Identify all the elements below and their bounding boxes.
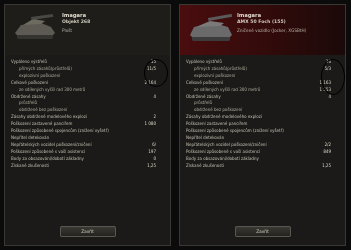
stat-row: obdržené bez poškození bbox=[180, 107, 345, 113]
stat-value: 197 bbox=[148, 148, 156, 154]
stat-row: Body za obsazování/dobotí základny bbox=[180, 156, 345, 162]
stat-row: Poškození způsobené s vaší asistencí 849 bbox=[180, 149, 345, 155]
stat-value: 1 553 bbox=[319, 86, 331, 92]
tank-status: Zničené vozidlo (Jocker, XGSBtH) bbox=[237, 28, 307, 33]
stat-label: průstřelů bbox=[19, 100, 38, 106]
stat-label: obdržené bez poškození bbox=[19, 107, 68, 113]
stat-value: 11/5 bbox=[147, 65, 156, 71]
stat-label: Celkové poškození bbox=[186, 79, 223, 85]
tank-image-objekt bbox=[15, 13, 55, 39]
close-button[interactable]: Zavřít bbox=[234, 226, 291, 237]
stat-value: 5/3 bbox=[324, 65, 331, 71]
stat-row: Poškození způsobené spojencům (znížení v… bbox=[5, 128, 170, 134]
stat-label: explozivní poškození bbox=[19, 72, 61, 78]
stat-row: Nepřítel detekován bbox=[180, 135, 345, 141]
stat-row: Poškození způsobené s vaší asistencí 197 bbox=[5, 149, 170, 155]
stat-row: ze sdílených vyšší rad 300 metrů 1 553 bbox=[180, 87, 345, 93]
stat-row: Vypáleno výstřelů 15 bbox=[5, 59, 170, 65]
player-name: Imagara bbox=[237, 13, 262, 19]
stat-value: 849 bbox=[323, 148, 331, 154]
stat-row: Získané zkušenosti 1,25 bbox=[180, 163, 345, 169]
stat-row: Nepřátelských vozidel poškození/zničení 2… bbox=[180, 142, 345, 148]
tank-image-foch bbox=[190, 13, 233, 41]
stat-label: ze sdílených vyšší rad 300 metrů bbox=[19, 86, 86, 92]
stat-row: průstřelů bbox=[5, 100, 170, 106]
stat-value: 1 163 bbox=[319, 79, 331, 85]
stat-row: Celkové poškození 1 163 bbox=[180, 80, 345, 86]
stat-label: Poškození zastavené pancířem bbox=[11, 121, 73, 127]
stat-row: Nepřátelských vozidel poškození/zničení 6… bbox=[5, 142, 170, 148]
stat-label: průstřelů bbox=[194, 100, 213, 106]
stat-label: Zásahy obdržené modelového explozi bbox=[11, 114, 87, 120]
close-button[interactable]: Zavřít bbox=[59, 226, 116, 237]
stat-label: Získané zkušenosti bbox=[186, 162, 225, 168]
stat-row: přímých zásahů(průstřelů) 11/5 bbox=[5, 66, 170, 72]
stat-label: Získané zkušenosti bbox=[11, 162, 50, 168]
stat-label: Poškození způsobené s vaší asistencí bbox=[186, 148, 261, 154]
stat-row: Vypáleno výstřelů 16 bbox=[180, 59, 345, 65]
stat-value: 1 080 bbox=[144, 121, 156, 127]
stat-label: Poškození způsobené spojencům (znížení v… bbox=[11, 128, 109, 133]
tank-model: AMX 50 Foch (155) bbox=[237, 20, 286, 25]
stat-value: 4 bbox=[153, 93, 156, 99]
left-panel-header: Imagara Objekt 268 Plošt bbox=[5, 5, 170, 55]
stat-label: přímých zásahů(průstřelů) bbox=[19, 65, 72, 71]
stat-row: explozivní poškození bbox=[5, 73, 170, 79]
right-tank-results-panel: Imagara AMX 50 Foch (155) Zničené vozidl… bbox=[179, 4, 346, 246]
stat-label: Nepřítel detekován bbox=[186, 134, 225, 140]
stat-value: 2/2 bbox=[324, 141, 331, 147]
stat-row: ze sdílených vyšší rad 300 metrů bbox=[5, 87, 170, 93]
stat-value: 2 164 bbox=[144, 79, 156, 85]
stat-value: 4 bbox=[328, 93, 331, 99]
stat-value: 1,25 bbox=[322, 162, 331, 168]
stat-label: Obdržené zásahy bbox=[11, 93, 46, 99]
stat-row: Body za obsazování/dobotí základny 0 bbox=[5, 156, 170, 162]
stat-label: Zásahy obdržené modelového explozi bbox=[186, 114, 262, 120]
stat-value: 1,25 bbox=[147, 162, 156, 168]
stat-value: 16 bbox=[325, 59, 331, 64]
stat-row: obdržené bez poškození bbox=[5, 107, 170, 113]
stat-row: Obdržené zásahy 4 bbox=[5, 94, 170, 100]
stat-value: 6/ bbox=[152, 141, 156, 147]
stat-label: Poškození způsobené spojencům (znížení v… bbox=[186, 128, 284, 133]
stat-label: přímých zásahů(průstřelů) bbox=[194, 65, 247, 71]
stat-label: ze sdílených vyšší rad 300 metrů bbox=[194, 86, 261, 92]
stat-row: Poškození způsobené spojencům (znížení v… bbox=[180, 128, 345, 134]
stat-row: explozivní poškození bbox=[180, 73, 345, 79]
stat-row: průstřelů bbox=[180, 100, 345, 106]
stat-row: Zásahy obdržené modelového explozi 2 bbox=[5, 114, 170, 120]
stat-label: Nepřítel detekován bbox=[11, 134, 50, 140]
stat-row: Poškození zastavené pancířem 1 080 bbox=[5, 121, 170, 127]
stat-label: Poškození zastavené pancířem bbox=[186, 121, 248, 127]
stat-label: Poškození způsobené s vaší asistencí bbox=[11, 148, 86, 154]
stat-row: Obdržené zásahy 4 bbox=[180, 94, 345, 100]
right-panel-header: Imagara AMX 50 Foch (155) Zničené vozidl… bbox=[180, 5, 345, 55]
stat-value: 15 bbox=[150, 59, 156, 64]
stat-row: Získané zkušenosti 1,25 bbox=[5, 163, 170, 169]
tank-model: Objekt 268 bbox=[62, 20, 91, 25]
stat-label: Body za obsazování/dobotí základny bbox=[186, 155, 259, 161]
player-name: Imagara bbox=[62, 13, 87, 19]
stat-row: Zásahy obdržené modelového explozi bbox=[180, 114, 345, 120]
stat-row: Nepřítel detekován bbox=[5, 135, 170, 141]
left-tank-results-panel: Imagara Objekt 268 Plošt Vypáleno výstře… bbox=[4, 4, 171, 246]
stat-label: Nepřátelských vozidel poškození/zničení bbox=[11, 141, 92, 147]
stat-label: Celkové poškození bbox=[11, 79, 48, 85]
stat-label: explozivní poškození bbox=[194, 72, 236, 78]
stat-label: Nepřátelských vozidel poškození/zničení bbox=[186, 141, 267, 147]
tank-status: Plošt bbox=[62, 28, 73, 33]
stat-label: obdržené bez poškození bbox=[194, 107, 243, 113]
stat-row: přímých zásahů(průstřelů) 5/3 bbox=[180, 66, 345, 72]
stat-label: Obdržené zásahy bbox=[186, 93, 221, 99]
stat-value: 0 bbox=[153, 155, 156, 161]
stat-label: Vypáleno výstřelů bbox=[186, 59, 222, 64]
stat-row: Poškození zastavené pancířem bbox=[180, 121, 345, 127]
stat-row: Celkové poškození 2 164 bbox=[5, 80, 170, 86]
stat-label: Body za obsazování/dobotí základny bbox=[11, 155, 84, 161]
stat-label: Vypáleno výstřelů bbox=[11, 59, 47, 64]
stat-value: 2 bbox=[153, 114, 156, 120]
